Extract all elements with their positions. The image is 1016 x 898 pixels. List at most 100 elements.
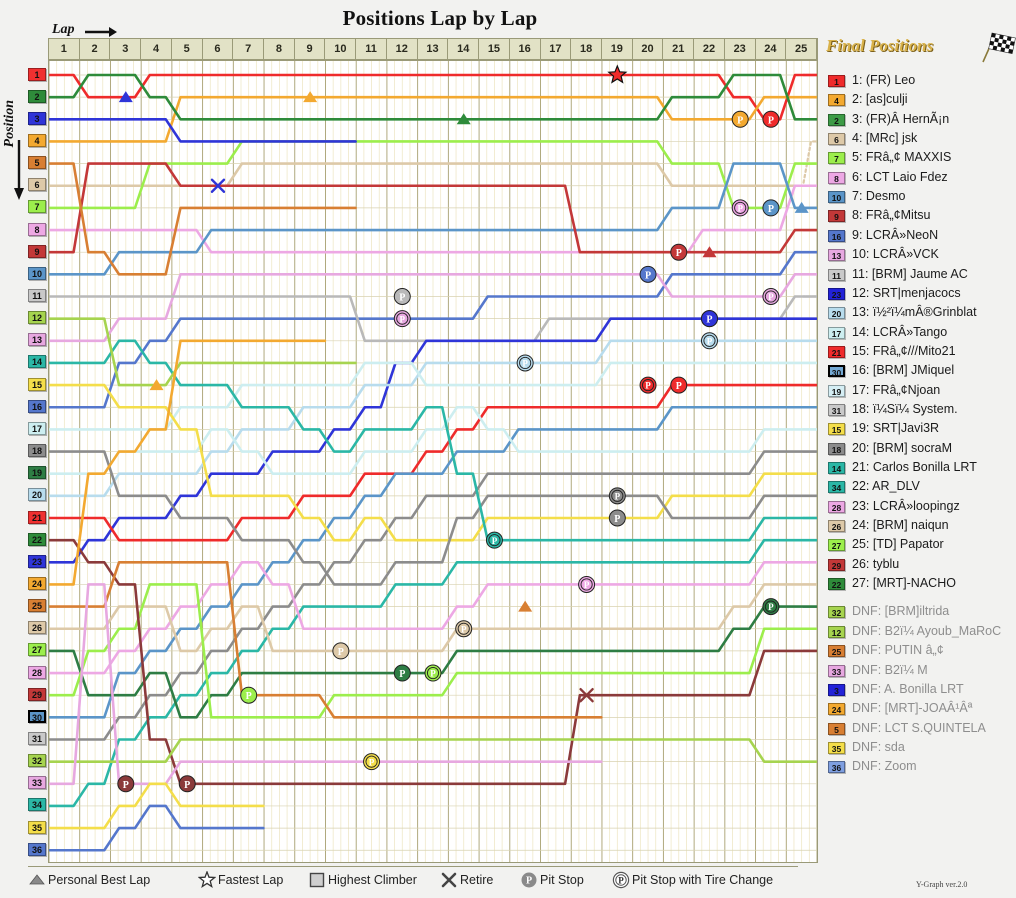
legend-row[interactable]: 31 18: ï¼Sï¼ System. xyxy=(824,401,1016,420)
cross-icon xyxy=(441,872,457,888)
legend-row[interactable]: 4 2: [as]culji xyxy=(824,91,1016,110)
legend-row[interactable]: 18 20: [BRM] socraM xyxy=(824,440,1016,459)
lap-arrow-icon xyxy=(85,27,117,37)
position-arrow-icon xyxy=(14,140,24,200)
lap-header-cell: 13 xyxy=(418,39,449,59)
svg-text:P: P xyxy=(522,359,528,369)
position-tick-29: 29 xyxy=(28,687,46,701)
lap-header-cell: 20 xyxy=(633,39,664,59)
legend-row[interactable]: 20 13: ï½²ï¼mÂ®Grinblat xyxy=(824,304,1016,323)
legend-row[interactable]: 13 10: LCRÂ»VCK xyxy=(824,246,1016,265)
legend-number-badge: 25 xyxy=(828,645,845,658)
marker-pit-stop: P xyxy=(639,265,657,283)
position-tick-21: 21 xyxy=(28,510,46,524)
legend-row[interactable]: 34 22: AR_DLV xyxy=(824,478,1016,497)
legend-number-badge: 34 xyxy=(828,481,845,494)
position-tick-36: 36 xyxy=(28,842,46,856)
position-tick-5: 5 xyxy=(28,156,46,170)
svg-text:P: P xyxy=(615,491,621,501)
legend-row[interactable]: 11 11: [BRM] Jaume AC xyxy=(824,266,1016,285)
legend-row[interactable]: 32 DNF: [BRM]iltrida xyxy=(824,603,1016,622)
position-tick-23: 23 xyxy=(28,554,46,568)
position-tick-33: 33 xyxy=(28,776,46,790)
legend-number-badge: 8 xyxy=(828,171,845,184)
lap-header-cell: 19 xyxy=(602,39,633,59)
marker-pit-stop: P xyxy=(393,288,411,305)
legend-row[interactable]: 2 3: (FR)Â HernÃ¡n xyxy=(824,111,1016,130)
legend-number-badge: 15 xyxy=(828,423,845,436)
svg-text:P: P xyxy=(768,204,774,215)
lap-header-cell: 12 xyxy=(387,39,418,59)
legend-row[interactable]: 10 7: Desmo xyxy=(824,188,1016,207)
marker-legend-label: Pit Stop xyxy=(540,873,584,887)
lap-header-cell: 3 xyxy=(110,39,142,59)
legend-row[interactable]: 9 8: FRâ„¢Mitsu xyxy=(824,207,1016,226)
legend-driver-name: DNF: Zoom xyxy=(852,759,917,774)
lap-header-cell: 16 xyxy=(510,39,541,59)
legend-row[interactable]: 35 DNF: sda xyxy=(824,739,1016,758)
legend-row[interactable]: 30 16: [BRM] JMiquel xyxy=(824,362,1016,381)
marker-legend-label: Retire xyxy=(460,873,494,887)
legend-driver-name: DNF: [MRT]-JOAÂ¹Âª xyxy=(852,701,973,716)
marker-pit-stop: P xyxy=(670,243,688,261)
legend-row[interactable]: 3 DNF: A. Bonilla LRT xyxy=(824,681,1016,700)
lap-header-cell: 24 xyxy=(756,39,787,59)
legend-number-badge: 11 xyxy=(828,268,845,281)
legend-driver-name: 21: Carlos Bonilla LRT xyxy=(852,460,977,474)
legend-row[interactable]: 24 DNF: [MRT]-JOAÂ¹Âª xyxy=(824,700,1016,719)
legend-number-badge: 28 xyxy=(828,500,845,513)
position-tick-9: 9 xyxy=(28,244,46,258)
legend-driver-name: DNF: A. Bonilla LRT xyxy=(852,681,964,696)
marker-personal-best xyxy=(518,600,533,612)
legend-row[interactable]: 19 17: FRâ„¢Njoan xyxy=(824,382,1016,401)
legend-driver-name: 23: LCRÂ»loopingz xyxy=(852,498,960,513)
pit-tire-icon: P xyxy=(612,871,630,889)
position-tick-4: 4 xyxy=(28,133,46,147)
marker-pit-tire: P xyxy=(762,288,780,305)
svg-text:P: P xyxy=(768,292,774,302)
legend-row[interactable]: 29 26: tyblu xyxy=(824,556,1016,575)
legend-row[interactable]: 14 21: Carlos Bonilla LRT xyxy=(824,459,1016,478)
legend-row[interactable]: 5 DNF: LCT S.QUINTELA xyxy=(824,720,1016,739)
position-tick-19: 19 xyxy=(28,466,46,480)
legend-driver-name: 8: FRâ„¢Mitsu xyxy=(852,208,931,223)
svg-text:P: P xyxy=(676,381,682,392)
positions-lap-chart-page: Positions Lap by Lap Lap Position 123456… xyxy=(0,0,1016,898)
legend-row[interactable]: 26 24: [BRM] naiqun xyxy=(824,517,1016,536)
legend-row[interactable]: 22 27: [MRT]-NACHO xyxy=(824,575,1016,594)
legend-number-badge: 14 xyxy=(828,462,845,474)
legend-row[interactable]: 7 5: FRâ„¢ MAXXIS xyxy=(824,149,1016,168)
svg-text:P: P xyxy=(706,315,712,326)
legend-driver-name: 5: FRâ„¢ MAXXIS xyxy=(852,150,952,165)
legend-row[interactable]: 15 19: SRT|Javi3R xyxy=(824,420,1016,439)
marker-legend-label: Pit Stop with Tire Change xyxy=(632,873,774,887)
legend-row[interactable]: 6 4: [MRc] jsk xyxy=(824,130,1016,149)
legend-row[interactable]: 25 DNF: PUTIN â„¢ xyxy=(824,642,1016,661)
positions-line-chart: PPPPPPPPPPPPPPPPPPPPPPPPPPPP xyxy=(49,61,817,862)
legend-row[interactable]: 28 23: LCRÂ»loopingz xyxy=(824,498,1016,517)
legend-row[interactable]: 27 25: [TD] Papator xyxy=(824,536,1016,555)
legend-row[interactable]: 33 DNF: B2ï¼ M xyxy=(824,662,1016,681)
legend-number-badge: 18 xyxy=(828,442,845,455)
lap-header-cell: 8 xyxy=(264,39,295,59)
checkered-flag-icon xyxy=(982,32,1016,63)
legend-row[interactable]: 21 15: FRâ„¢///Mito21 xyxy=(824,343,1016,362)
legend-driver-name: 20: [BRM] socraM xyxy=(852,440,953,455)
lap-header-cell: 5 xyxy=(172,39,203,59)
legend-row[interactable]: 16 9: LCRÂ»NeoN xyxy=(824,227,1016,246)
legend-row[interactable]: 1 1: (FR) Leo xyxy=(824,72,1016,91)
legend-row[interactable]: 23 12: SRT|menjacocs xyxy=(824,285,1016,304)
marker-pit-tire: P xyxy=(578,575,596,593)
lap-header-cell: 4 xyxy=(141,39,172,59)
lap-header-cell: 9 xyxy=(295,39,326,59)
legend-row[interactable]: 36 DNF: Zoom xyxy=(824,758,1016,777)
legend-row[interactable]: 8 6: LCT Laio Fdez xyxy=(824,169,1016,188)
legend-row[interactable]: 12 DNF: B2ï¼ Ayoub_MaRoC xyxy=(824,623,1016,642)
legend-driver-name: 16: [BRM] JMiquel xyxy=(852,363,955,378)
position-tick-13: 13 xyxy=(28,333,46,347)
legend-row[interactable]: 17 14: LCRÂ»Tango xyxy=(824,324,1016,343)
marker-pit-stop: P xyxy=(117,775,135,793)
legend-driver-name: DNF: [BRM]iltrida xyxy=(852,604,950,619)
legend-number-badge: 1 xyxy=(828,75,845,87)
legend-driver-name: 7: Desmo xyxy=(852,189,906,204)
